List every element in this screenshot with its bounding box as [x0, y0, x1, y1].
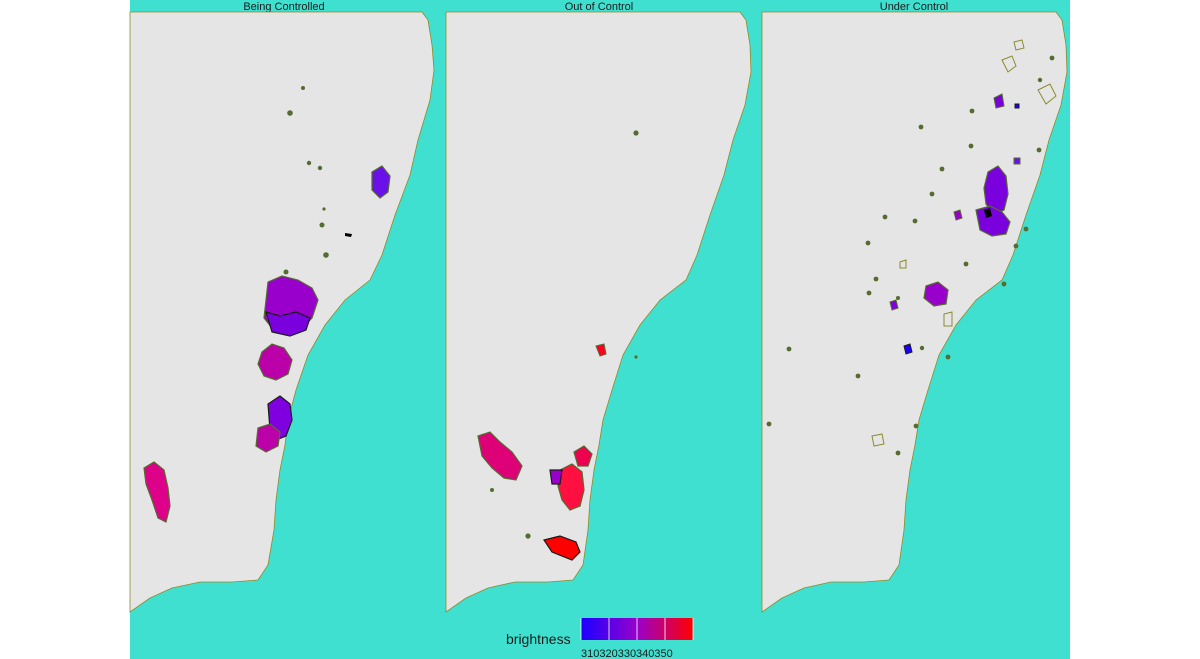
hotspot-marker [929, 191, 935, 197]
hotspot-marker [322, 207, 326, 211]
fire-area [549, 469, 563, 485]
hotspot-marker [633, 130, 639, 136]
panel-title: Being Controlled [243, 1, 324, 13]
panel-title: Out of Control [565, 1, 633, 13]
hotspot-marker [283, 269, 289, 275]
legend-title: brightness [506, 631, 571, 647]
hotspot-marker [287, 110, 293, 116]
hotspot-marker [895, 450, 901, 456]
hotspot-marker [969, 108, 975, 114]
hotspot-marker [1037, 77, 1043, 83]
hotspot-marker [873, 276, 879, 282]
fire-map-figure: Being Controlled Out of Control Under Co… [129, 0, 1070, 659]
fire-area [903, 343, 913, 355]
hotspot-marker [945, 354, 951, 360]
hotspot-marker [1013, 243, 1019, 249]
hotspot-marker [918, 124, 924, 130]
hotspot-marker [525, 533, 531, 539]
hotspot-marker [301, 86, 305, 90]
fire-area [1014, 103, 1020, 109]
hotspot-marker [896, 296, 900, 300]
hotspot-marker [968, 143, 974, 149]
hotspot-marker [919, 345, 925, 351]
legend-tick-labels: 310320330340350 [581, 648, 673, 659]
hotspot-marker [1049, 55, 1055, 61]
hotspot-marker [866, 290, 872, 296]
hotspot-marker [319, 222, 325, 228]
hotspot-marker [323, 252, 329, 258]
hotspot-marker [1023, 226, 1029, 232]
fire-area [1013, 157, 1021, 165]
hotspot-marker [882, 214, 888, 220]
hotspot-marker [317, 165, 323, 171]
hotspot-marker [634, 355, 638, 359]
hotspot-marker [912, 218, 918, 224]
hotspot-marker [1001, 281, 1007, 287]
hotspot-marker [766, 421, 772, 427]
hotspot-marker [1036, 147, 1042, 153]
hotspot-marker [786, 346, 792, 352]
hotspot-marker [865, 240, 871, 246]
hotspot-marker [913, 423, 919, 429]
hotspot-marker [855, 373, 861, 379]
panel-title: Under Control [880, 1, 948, 13]
hotspot-marker [939, 166, 945, 172]
fire-area [953, 209, 963, 221]
fire-area [889, 299, 899, 311]
hotspot-marker [306, 160, 312, 166]
hotspot-marker [490, 488, 494, 492]
hotspot-marker [963, 261, 969, 267]
